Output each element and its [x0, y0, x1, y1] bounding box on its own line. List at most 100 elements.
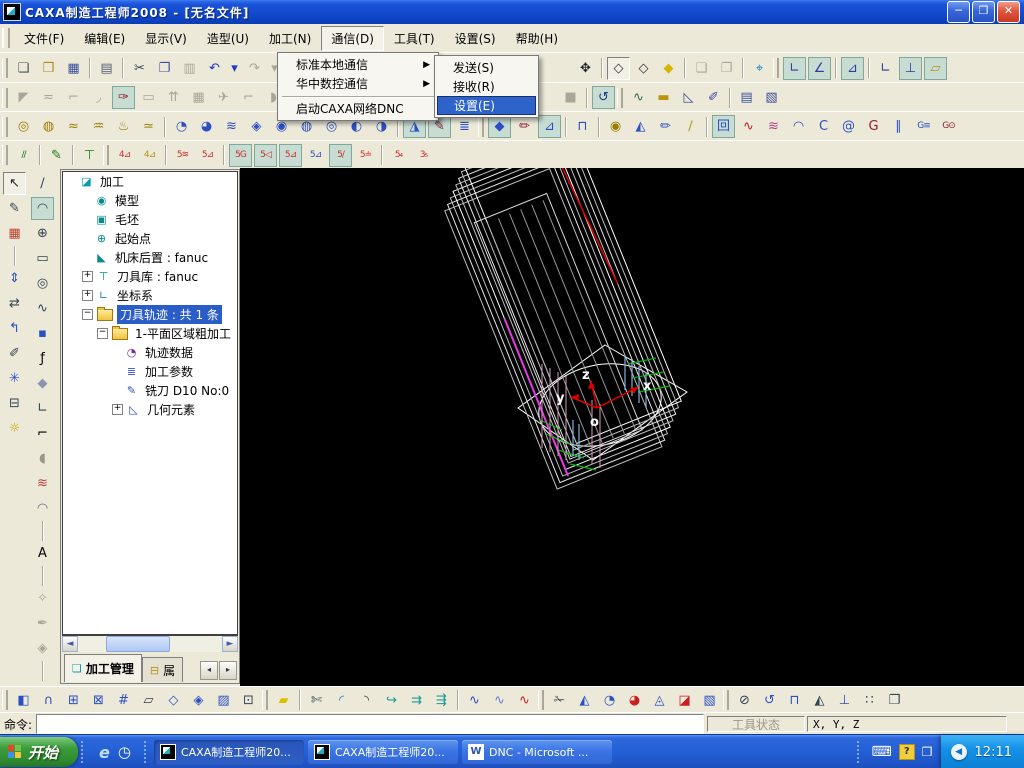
surface-cone-icon[interactable]: ◬	[648, 689, 671, 712]
toolbar-grip[interactable]	[103, 145, 109, 165]
options-bulb-icon[interactable]: ☼	[3, 417, 26, 440]
corner-arrow-icon[interactable]: ↰	[3, 317, 26, 340]
frame-spiral-icon[interactable]: 回	[712, 115, 735, 138]
lathe-cutoff-icon[interactable]: ≃	[137, 115, 160, 138]
corner-pen-icon[interactable]: ✐	[3, 342, 26, 365]
pencil-path-icon[interactable]: ✏	[654, 115, 677, 138]
tree-item[interactable]: ▣ 毛坯	[63, 210, 237, 229]
restore-button[interactable]: ❐	[972, 1, 995, 23]
tab-machining-manager[interactable]: ❏ 加工管理	[64, 654, 142, 682]
tab-properties[interactable]: ⊟ 属	[141, 657, 184, 682]
macro-doc-icon[interactable]: ▤	[735, 86, 758, 109]
toolbar-grip[interactable]	[773, 58, 779, 78]
engrave-icon[interactable]: ✏	[513, 115, 536, 138]
surface-fan-red-icon[interactable]: ◕	[623, 689, 646, 712]
pen-green-icon[interactable]: ✎	[45, 144, 68, 167]
post-doc-icon[interactable]: ▧	[760, 86, 783, 109]
fillet-icon[interactable]: ◜	[330, 689, 353, 712]
drawer-icon[interactable]: ⊟	[3, 392, 26, 415]
lathe-finish-icon[interactable]: ◍	[37, 115, 60, 138]
tree-item[interactable]: − 1-平面区域粗加工	[63, 324, 237, 343]
menu-item[interactable]: 接收(R)	[437, 77, 536, 96]
axis5-left-icon[interactable]: 5◁	[254, 143, 277, 167]
point-icon[interactable]: ▪	[31, 322, 54, 345]
swirl-path-icon[interactable]: ◉	[604, 115, 627, 138]
undo-dropdown-icon[interactable]: ▾	[228, 57, 241, 80]
tree-item[interactable]: ≣ 加工参数	[63, 362, 237, 381]
close-button[interactable]: ✕	[997, 1, 1020, 23]
select-pointer-icon[interactable]: ↖	[3, 172, 26, 195]
lathe-drill-icon[interactable]: ♨	[112, 115, 135, 138]
curve-analysis-icon[interactable]: ∿	[627, 86, 650, 109]
array-grid-icon[interactable]: ∷	[858, 689, 881, 712]
solid-display-icon[interactable]: ◆	[657, 57, 680, 80]
scroll-left-icon[interactable]: ◄	[62, 636, 78, 652]
taskbar-button[interactable]: CAXA制造工程师20...	[307, 739, 458, 765]
axis5-limit-icon[interactable]: 5≐	[354, 144, 377, 167]
rotate-bell-icon[interactable]: ↺	[758, 689, 781, 712]
mill-shell-icon[interactable]: ◆	[488, 115, 511, 138]
menu-8[interactable]: 设置(S)	[445, 26, 506, 51]
toolbar-grip[interactable]	[617, 87, 623, 108]
dimension-edit-icon[interactable]: ⇕	[3, 267, 26, 290]
toolbar-grip[interactable]	[538, 690, 544, 710]
snail-path-icon[interactable]: @	[837, 115, 860, 138]
axis5-swarf-icon[interactable]: 5⊿	[279, 143, 302, 167]
coord-plane-icon[interactable]: ⊿	[841, 56, 864, 80]
tree-item[interactable]: + ∟ 坐标系	[63, 286, 237, 305]
tree-item[interactable]: ◣ 机床后置 : fanuc	[63, 248, 237, 267]
copy-icon[interactable]: ❐	[153, 57, 176, 80]
axis-corner-icon[interactable]: ∟	[874, 57, 897, 80]
tree-item[interactable]: − 刀具轨迹 : 共 1 条	[63, 305, 237, 324]
taskbar-button[interactable]: CAXA制造工程师20...	[153, 739, 304, 765]
coord-rotate-icon[interactable]: ∠	[808, 56, 831, 80]
collapse-icon[interactable]: −	[97, 328, 108, 339]
tray-window-icon[interactable]: ❒	[922, 745, 933, 759]
toolbar-grip[interactable]	[262, 690, 268, 710]
toolbar-grip[interactable]	[2, 145, 8, 165]
surface-hatch-icon[interactable]: ▧	[698, 689, 721, 712]
toolbar-grip[interactable]	[723, 690, 729, 710]
surface-fold-icon[interactable]: ◭	[573, 689, 596, 712]
wireframe-display-icon[interactable]: ◇	[607, 56, 630, 80]
projection-icon[interactable]: ⌐	[31, 422, 54, 445]
axis5to4-icon[interactable]: 5₄	[387, 144, 410, 167]
menu-7[interactable]: 工具(T)	[384, 26, 445, 51]
fplus-tri-icon[interactable]: ⊠	[87, 689, 110, 712]
array-arrow-icon[interactable]: ⇶	[430, 689, 453, 712]
lathe-rough-icon[interactable]: ◎	[12, 115, 35, 138]
surface-cut-icon[interactable]: ◪	[673, 689, 696, 712]
axis3to5-icon[interactable]: 3₅	[412, 144, 435, 167]
toolbar-grip[interactable]	[2, 87, 8, 108]
lathe-thread-icon[interactable]: ≈	[62, 115, 85, 138]
internet-explorer-icon[interactable]: e	[99, 743, 110, 762]
tree-item[interactable]: + ◺ 几何元素	[63, 400, 237, 419]
pan-view-icon[interactable]: ✥	[574, 57, 597, 80]
toolbar-grip[interactable]	[2, 116, 8, 137]
curve-blue2-icon[interactable]: ∿	[488, 689, 511, 712]
menu-1[interactable]: 文件(F)	[14, 26, 74, 51]
fillet-corner-icon[interactable]: ◝	[355, 689, 378, 712]
mill-rough-icon[interactable]: ◔	[170, 115, 193, 138]
formula-curve-icon[interactable]: ƒ	[31, 347, 54, 370]
box-edit-icon[interactable]: ⇄	[3, 292, 26, 315]
surface-page-icon[interactable]: ◧	[12, 689, 35, 712]
axis5-g-icon[interactable]: 5G	[229, 143, 252, 167]
plane-copy-icon[interactable]: ❐	[883, 689, 906, 712]
menu-6[interactable]: 通信(D)	[321, 25, 384, 51]
menu-3[interactable]: 显示(V)	[135, 26, 197, 51]
open-file-icon[interactable]: ❒	[37, 57, 60, 80]
polygon-icon[interactable]: ◆	[31, 372, 54, 395]
minimize-button[interactable]: ─	[947, 1, 970, 23]
axis-align-icon[interactable]: ⊥	[899, 56, 922, 80]
mirror-icon[interactable]: ◭	[808, 689, 831, 712]
sketch-pen-icon[interactable]: ✎	[3, 197, 26, 220]
expand-icon[interactable]: +	[82, 271, 93, 282]
slope-path-icon[interactable]: ∕	[679, 115, 702, 138]
tree-item[interactable]: ⊕ 起始点	[63, 229, 237, 248]
new-file-icon[interactable]: ❏	[12, 57, 35, 80]
surface-trim-icon[interactable]: ✁	[548, 689, 571, 712]
diamond-fold-icon[interactable]: ◈	[187, 689, 210, 712]
ruled-surface-icon[interactable]: ≋	[31, 472, 54, 495]
toolbar-grip[interactable]	[2, 58, 8, 78]
